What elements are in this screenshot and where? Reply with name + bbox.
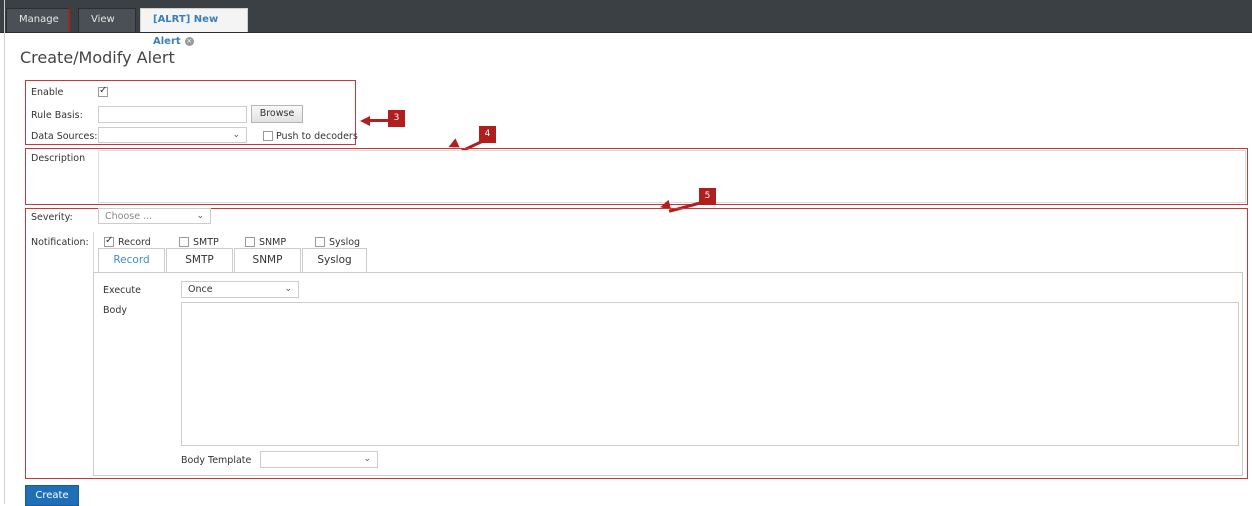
notification-syslog-checkbox[interactable] (315, 237, 325, 247)
notification-label: Notification: (31, 237, 89, 248)
tab-smtp[interactable]: SMTP (166, 248, 233, 273)
tab-snmp[interactable]: SNMP (234, 248, 301, 273)
notification-syslog-label: Syslog (329, 237, 361, 248)
body-label: Body (103, 305, 127, 316)
tab-syslog[interactable]: Syslog (302, 248, 367, 273)
push-to-decoders-checkbox[interactable] (263, 131, 273, 141)
create-button[interactable]: Create (25, 485, 79, 506)
body-textarea[interactable] (181, 302, 1239, 446)
callout-marker-4: 4 (479, 126, 496, 143)
chevron-down-icon: ⌄ (363, 454, 371, 464)
severity-label: Severity: (31, 212, 73, 223)
body-template-select[interactable]: ⌄ (260, 451, 378, 468)
chevron-down-icon: ⌄ (284, 284, 292, 294)
callout-marker-5: 5 (699, 188, 716, 205)
execute-select[interactable]: Once ⌄ (181, 281, 299, 298)
arrow-3-shaft (368, 119, 390, 122)
severity-select[interactable]: Choose ... ⌄ (98, 208, 211, 224)
enable-checkbox[interactable] (98, 85, 108, 97)
rule-basis-label: Rule Basis: (31, 110, 83, 121)
notification-snmp-label: SNMP (259, 237, 287, 248)
notification-smtp-label: SMTP (193, 237, 219, 248)
browse-button[interactable]: Browse (251, 105, 303, 123)
description-textarea[interactable] (98, 150, 1246, 203)
enable-label: Enable (31, 87, 64, 98)
data-sources-label: Data Sources: (31, 131, 98, 142)
notification-record-label: Record (118, 237, 151, 248)
execute-label: Execute (103, 285, 141, 296)
chevron-down-icon: ⌄ (196, 211, 204, 221)
data-sources-select[interactable]: ⌄ (98, 127, 247, 143)
page-title: Create/Modify Alert (20, 48, 175, 67)
notification-record-checkbox[interactable] (104, 235, 114, 247)
body-template-label: Body Template (181, 455, 252, 466)
callout-marker-3: 3 (388, 110, 405, 127)
notification-smtp-checkbox[interactable] (179, 237, 189, 247)
notification-snmp-checkbox[interactable] (245, 237, 255, 247)
chevron-down-icon: ⌄ (232, 130, 240, 140)
description-label: Description (31, 153, 86, 164)
tab-record[interactable]: Record (98, 248, 165, 273)
push-to-decoders-label: Push to decoders (276, 131, 358, 142)
execute-selected-value: Once (188, 284, 213, 295)
severity-selected-value: Choose ... (105, 211, 153, 222)
rule-basis-input[interactable] (98, 106, 247, 123)
